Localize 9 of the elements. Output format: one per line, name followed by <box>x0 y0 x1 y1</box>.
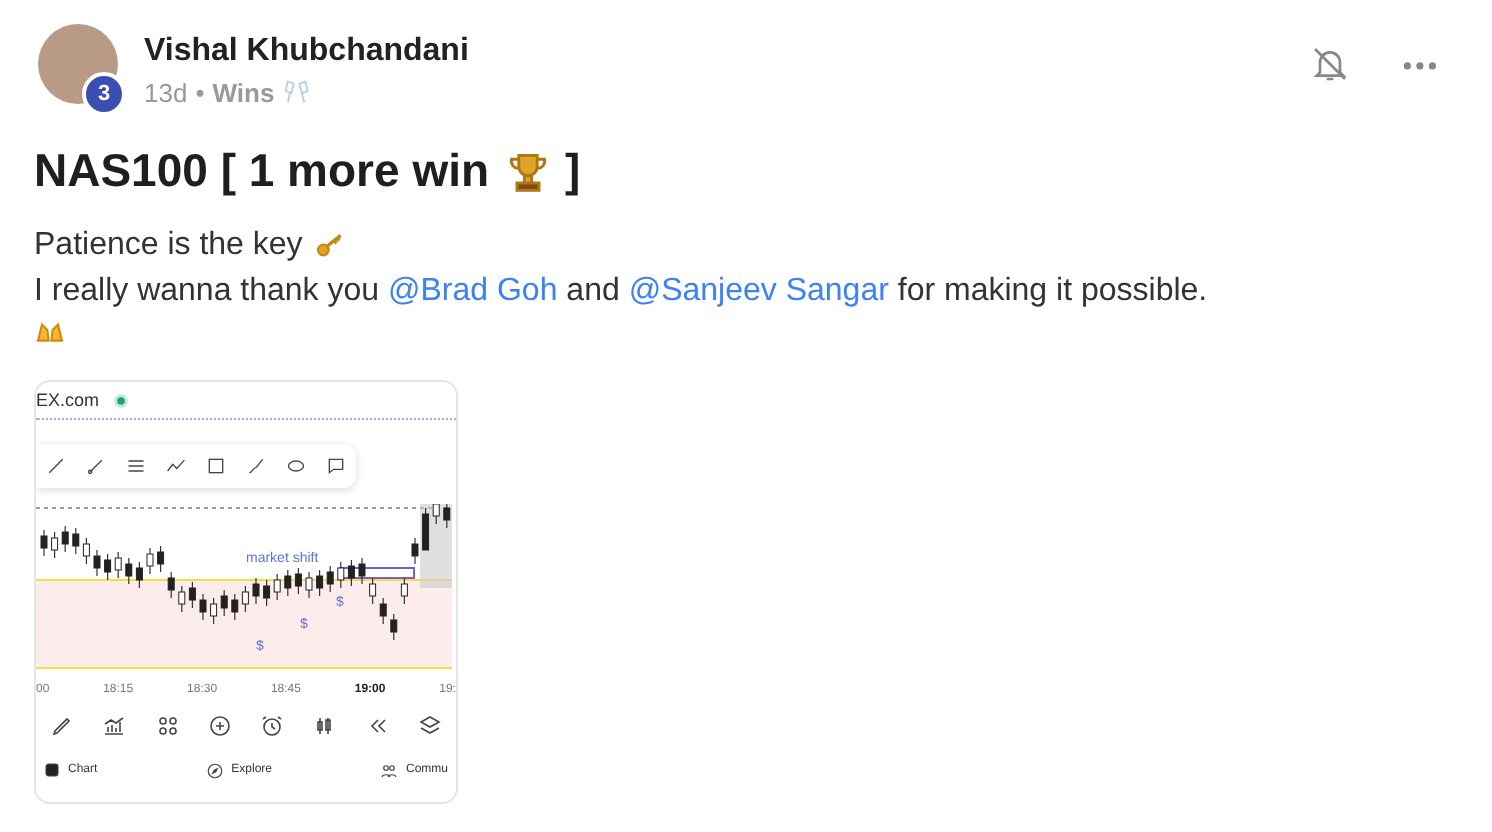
post-text: I really wanna thank you @Brad Goh and @Sanjeev Sangar for making it possible. <box>34 272 1208 312</box>
post-title: NAS100 [ 1 more win <box>34 144 490 198</box>
author-name[interactable]: Vishal Khubchandani <box>144 33 469 69</box>
level-badge: 3 <box>82 72 126 116</box>
post-text: Patience is the key <box>34 226 303 266</box>
bullet-separator: • <box>195 77 205 107</box>
post-age: 13d <box>144 77 188 107</box>
post-title: ] <box>565 144 581 198</box>
site-address: EX.com <box>36 390 100 410</box>
